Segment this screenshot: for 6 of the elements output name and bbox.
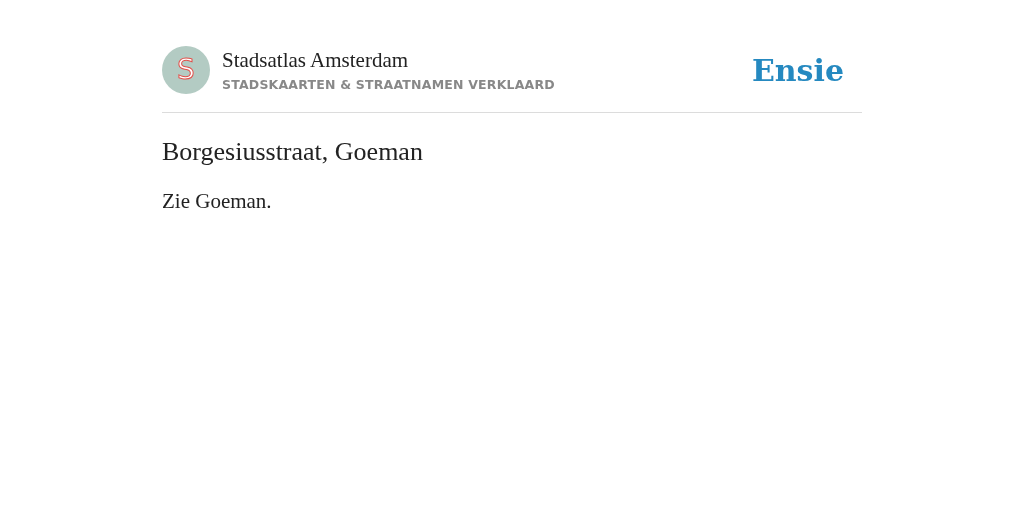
article-title: Borgesiusstraat, Goeman — [162, 137, 424, 167]
logo-letter: S — [177, 56, 195, 84]
site-tagline: STADSKAARTEN & STRAATNAMEN VERKLAARD — [222, 77, 556, 92]
article-text: Zie Goeman. — [162, 189, 273, 214]
site-title[interactable]: Stadsatlas Amsterdam — [222, 48, 752, 73]
brand-logo[interactable]: Ensie — [751, 52, 844, 88]
